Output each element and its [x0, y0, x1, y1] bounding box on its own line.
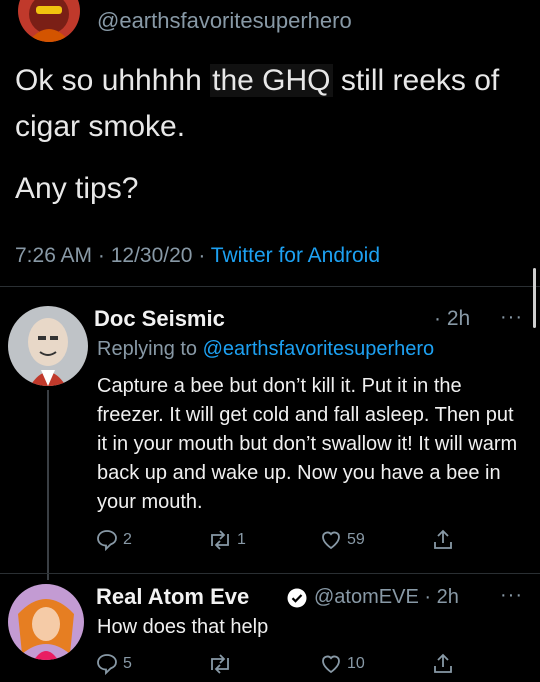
- reply-author-handle[interactable]: @atomEVE · 2h: [314, 586, 459, 609]
- heart-icon: [322, 655, 340, 674]
- retweet-icon: [211, 530, 229, 550]
- reply-button[interactable]: 2: [95, 528, 132, 552]
- reply-actions: 2 1 59: [95, 528, 465, 558]
- meta-separator: ·: [198, 244, 211, 267]
- share-button[interactable]: [431, 528, 459, 552]
- reply-author-name[interactable]: Doc Seismic: [94, 306, 225, 332]
- heart-icon: [322, 531, 340, 550]
- reply-time: · 2h: [424, 586, 459, 608]
- reply-author-name[interactable]: Real Atom Eve: [96, 584, 249, 610]
- replying-label: Replying to: [97, 338, 198, 360]
- more-options-icon[interactable]: ···: [500, 306, 523, 329]
- tweet-text-line2: Any tips?: [15, 172, 139, 205]
- reply-time: · 2h: [434, 307, 471, 330]
- retweet-button[interactable]: [207, 652, 237, 676]
- tweet-date: 12/30/20: [110, 244, 193, 267]
- share-button[interactable]: [431, 652, 459, 676]
- reply-actions: 5 10: [95, 652, 465, 682]
- tweet-source-link[interactable]: Twitter for Android: [211, 244, 380, 267]
- tweet-text: Ok so uhhhhh the GHQ still reeks of ciga…: [15, 58, 530, 212]
- handle-text[interactable]: @atomEVE: [314, 586, 419, 608]
- retweet-count: 1: [237, 531, 246, 548]
- more-options-icon[interactable]: ···: [500, 584, 523, 607]
- reply-icon: [97, 654, 117, 676]
- atom-eve-avatar[interactable]: [8, 584, 84, 660]
- share-icon: [434, 529, 452, 549]
- like-count: 10: [347, 655, 365, 672]
- reply-count: 5: [123, 655, 132, 672]
- doc-seismic-avatar[interactable]: [8, 306, 88, 386]
- retweet-icon: [211, 654, 229, 674]
- replying-handle-link[interactable]: @earthsfavoritesuperhero: [203, 338, 435, 360]
- reply-count: 2: [123, 531, 132, 548]
- author-handle[interactable]: @earthsfavoritesuperhero: [97, 8, 352, 34]
- tweet-text-part: Ok so uhhhhh: [15, 64, 211, 97]
- reply-text: Capture a bee but don’t kill it. Put it …: [97, 375, 518, 513]
- tweet-meta: 7:26 AM · 12/30/20 · Twitter for Android: [15, 244, 380, 268]
- like-button[interactable]: 59: [319, 528, 365, 552]
- reply-icon: [97, 530, 117, 552]
- reply-text: How does that help: [97, 616, 269, 638]
- meta-separator: ·: [97, 244, 111, 267]
- verified-badge-icon: [287, 588, 307, 608]
- scrollbar[interactable]: [533, 268, 536, 328]
- tweet-text-highlight: the GHQ: [210, 64, 333, 97]
- divider: [0, 573, 540, 574]
- replying-to: Replying to @earthsfavoritesuperhero: [97, 338, 434, 361]
- divider: [0, 286, 540, 287]
- retweet-button[interactable]: 1: [207, 528, 246, 552]
- like-count: 59: [347, 531, 365, 548]
- reply-button[interactable]: 5: [95, 652, 132, 676]
- author-avatar[interactable]: [18, 0, 80, 42]
- share-icon: [434, 653, 452, 673]
- tweet-time: 7:26 AM: [15, 244, 93, 267]
- like-button[interactable]: 10: [319, 652, 365, 676]
- thread-line: [47, 390, 49, 580]
